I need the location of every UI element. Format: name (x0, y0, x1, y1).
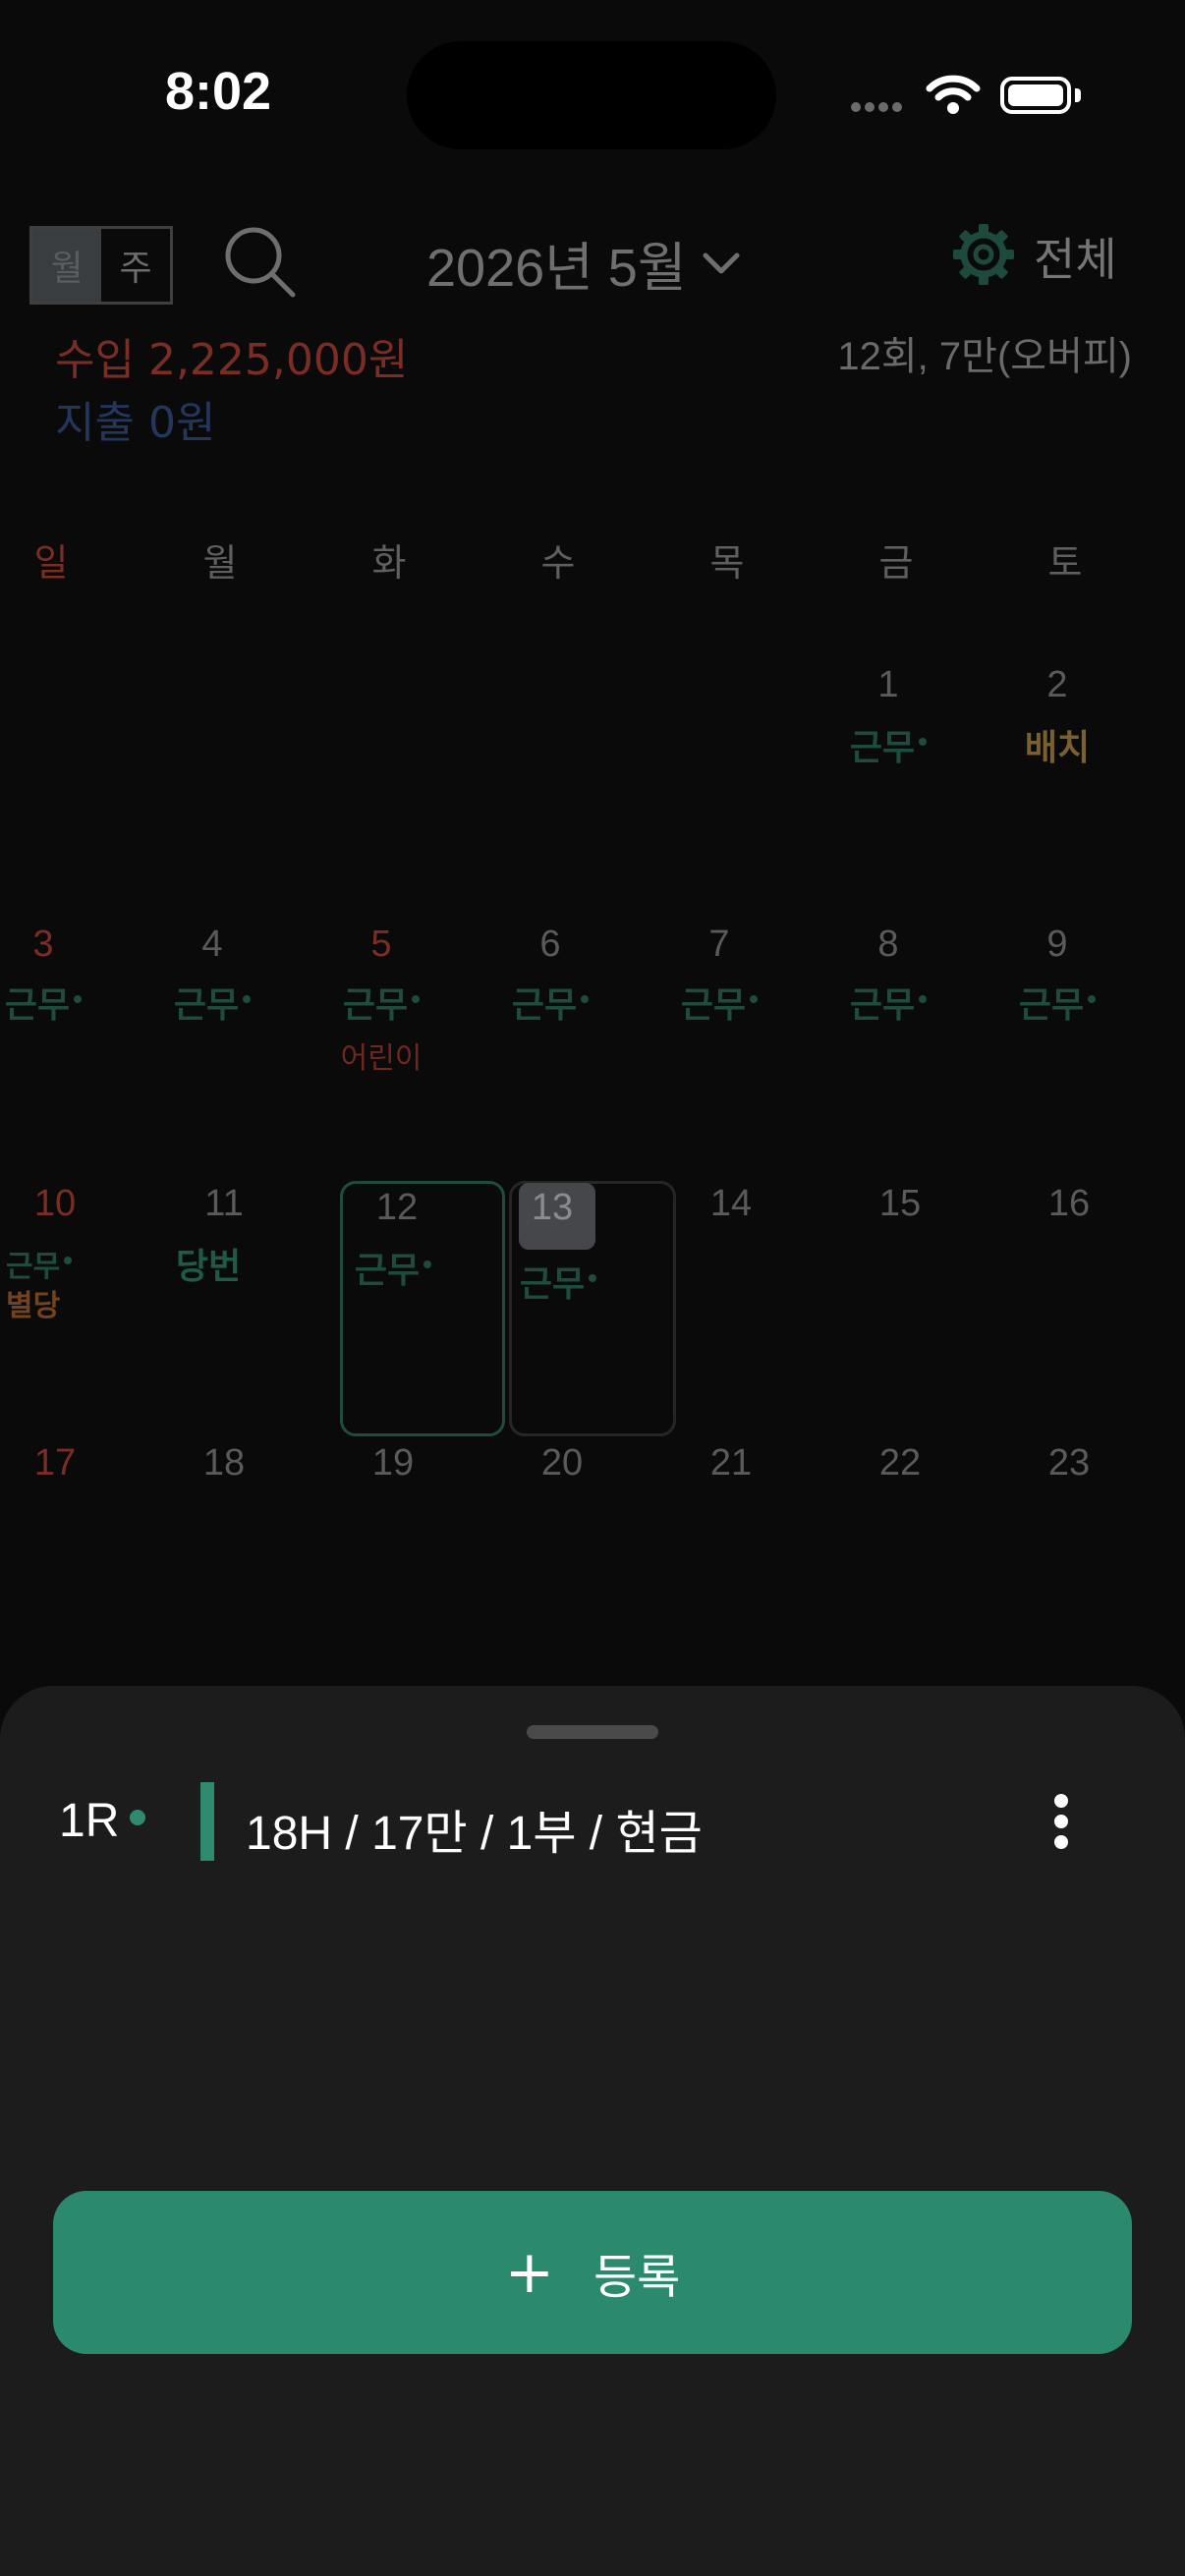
more-options-icon[interactable] (1053, 1794, 1069, 1849)
calendar-day[interactable]: 10 근무 별당 (0, 1183, 140, 1440)
filter-button[interactable]: 전체 (1034, 224, 1117, 289)
calendar-day[interactable]: 16 (985, 1183, 1154, 1440)
work-tag: 근무 (305, 1242, 481, 1293)
entry-color-bar (200, 1782, 214, 1861)
calendar-day[interactable]: 8 근무 (804, 924, 973, 1181)
work-tag: 근무 (804, 977, 973, 1028)
duty-tag: 당번 (175, 1247, 242, 1287)
weekday-sun: 일 (33, 541, 69, 585)
sheet-grabber-handle[interactable] (527, 1725, 658, 1739)
income-total: 수입 2,225,000원 (55, 335, 409, 385)
weekday-wed: 수 (540, 541, 576, 585)
chevron-down-icon[interactable] (702, 250, 741, 277)
work-tag: 근무 (0, 977, 128, 1028)
calendar-day[interactable]: 19 (309, 1442, 478, 1700)
work-tag: 근무 (0, 1242, 73, 1285)
month-title[interactable]: 2026년 5월 (426, 224, 687, 302)
week-view-button[interactable]: 주 (101, 229, 170, 302)
weekday-tue: 화 (371, 541, 407, 585)
calendar-day[interactable]: 11 당번 (140, 1183, 309, 1440)
calendar-day[interactable]: 4 근무 (128, 924, 297, 1181)
work-tag: 근무 (480, 1256, 637, 1307)
search-icon[interactable] (222, 224, 299, 301)
entry-detail[interactable]: 18H / 17만 / 1부 / 현금 (246, 1794, 703, 1863)
calendar-day[interactable]: 15 (816, 1183, 985, 1440)
calendar-day[interactable]: 3 근무 (0, 924, 128, 1181)
month-view-button[interactable]: 월 (32, 229, 101, 302)
battery-icon (1000, 77, 1071, 114)
dynamic-island (407, 41, 776, 149)
calendar-day[interactable]: 18 (140, 1442, 309, 1700)
weekday-sat: 토 (1047, 541, 1083, 585)
batch-tag: 배치 (1024, 728, 1091, 768)
view-toggle: 월 주 (29, 226, 173, 305)
register-button[interactable]: + 등록 (53, 2191, 1132, 2354)
summary-text: 12회, 7만(오버피) (837, 335, 1132, 378)
signal-dot-icon (851, 102, 861, 112)
weekday-thu: 목 (709, 541, 745, 585)
round-status-dot (130, 1810, 145, 1825)
calendar-day[interactable]: 9 근무 (973, 924, 1142, 1181)
weekday-mon: 월 (202, 541, 238, 585)
expense-total: 지출 0원 (55, 398, 216, 448)
work-tag: 근무 (635, 977, 804, 1028)
battery-tip (1075, 88, 1081, 102)
round-label: 1R (59, 1795, 120, 1847)
calendar-day[interactable]: 21 (647, 1442, 816, 1700)
calendar-day[interactable]: 20 (478, 1442, 647, 1700)
calendar-day[interactable]: 17 (0, 1442, 140, 1700)
wifi-icon (926, 75, 981, 114)
special-tag: 별당 (6, 1289, 61, 1323)
calendar-day-selected[interactable]: 13 근무 (468, 1183, 637, 1440)
work-tag: 근무 (297, 977, 466, 1028)
calendar-day[interactable]: 22 (816, 1442, 985, 1700)
weekday-fri: 금 (878, 541, 914, 585)
work-tag: 근무 (973, 977, 1142, 1028)
plus-icon: + (504, 2238, 554, 2307)
calendar-day[interactable]: 14 (647, 1183, 816, 1440)
signal-dot-icon (892, 102, 902, 112)
work-tag: 근무 (128, 977, 297, 1028)
signal-dot-icon (878, 102, 888, 112)
work-tag: 근무 (466, 977, 635, 1028)
calendar-day[interactable]: 1 근무 (804, 664, 973, 922)
gear-icon[interactable] (951, 222, 1016, 287)
holiday-label: 어린이 (340, 1041, 423, 1076)
calendar-day[interactable]: 6 근무 (466, 924, 635, 1181)
calendar-day-today[interactable]: 12 근무 (312, 1183, 481, 1440)
calendar-day[interactable]: 23 (985, 1442, 1154, 1700)
calendar-screen: 8:02 월 주 2026년 5월 전체 수입 2,225,000원 지출 0원… (0, 0, 1185, 2576)
calendar-day[interactable]: 7 근무 (635, 924, 804, 1181)
status-time: 8:02 (165, 62, 272, 121)
signal-dot-icon (865, 102, 875, 112)
work-tag: 근무 (804, 719, 973, 770)
calendar-day[interactable]: 5 근무 어린이 (297, 924, 466, 1181)
calendar-day[interactable]: 2 배치 (973, 664, 1142, 922)
register-label: 등록 (592, 2250, 681, 2305)
